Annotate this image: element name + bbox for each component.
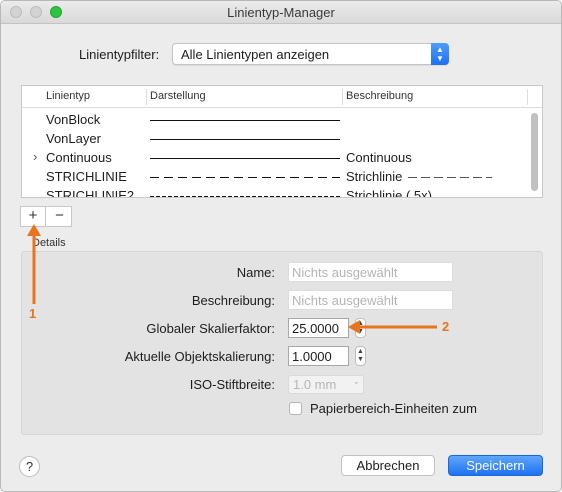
iso-pen-width-label: ISO-Stiftbreite: (189, 377, 275, 392)
annotation-marker-2: 2 (442, 319, 450, 334)
linetype-table: Linientyp Darstellung Beschreibung VonBl… (21, 85, 543, 198)
table-header: Linientyp Darstellung Beschreibung (22, 86, 542, 108)
iso-pen-width-value: 1.0 mm (293, 377, 337, 392)
linetype-description: Continuous (346, 150, 412, 165)
save-button[interactable]: Speichern (448, 455, 543, 476)
linetype-preview-solid (150, 120, 340, 121)
description-label: Beschreibung: (191, 293, 275, 308)
column-header-description[interactable]: Beschreibung (346, 90, 413, 102)
table-row[interactable]: STRICHLINIE Strichlinie (22, 167, 532, 186)
linetype-manager-window: Linientyp-Manager Linientypfilter: Alle … (0, 0, 562, 492)
table-row[interactable]: VonLayer (22, 129, 532, 148)
name-label: Name: (236, 265, 275, 280)
global-scale-label: Globaler Skalierfaktor: (146, 321, 275, 336)
cancel-button[interactable]: Abbrechen (341, 455, 435, 476)
linetype-preview-dashed (150, 177, 340, 178)
chevron-right-icon[interactable]: › (33, 149, 37, 164)
linetype-name: STRICHLINIE (46, 169, 127, 184)
column-header-appearance[interactable]: Darstellung (150, 90, 206, 102)
paper-space-units-label: Papierbereich-Einheiten zum (310, 401, 477, 416)
table-row[interactable]: › Continuous Continuous (22, 148, 532, 167)
linetype-name: STRICHLINIE2 (46, 188, 135, 198)
linetype-preview-solid (150, 158, 340, 159)
details-section-label: Details (32, 237, 66, 249)
chevron-updown-icon: ▲ ▼ (431, 43, 449, 65)
title-bar: Linientyp-Manager (1, 1, 561, 24)
object-scale-stepper[interactable]: ▲ ▼ (355, 346, 366, 366)
description-dash-preview (408, 177, 493, 179)
window-title: Linientyp-Manager (227, 5, 335, 20)
paper-space-units-checkbox[interactable] (289, 402, 302, 415)
linetype-preview-solid (150, 139, 340, 140)
column-divider (342, 89, 343, 105)
chevron-down-icon: ⌄ (352, 376, 360, 386)
linetype-name: VonBlock (46, 112, 101, 127)
table-scrollbar[interactable] (531, 113, 538, 191)
linetype-name: Continuous (46, 150, 112, 165)
column-divider (146, 89, 147, 105)
linetype-description: Strichlinie (346, 169, 403, 184)
table-row[interactable]: VonBlock (22, 110, 532, 129)
linetype-description: Strichlinie (.5x) (346, 188, 432, 198)
object-scale-field[interactable]: 1.0000 (288, 346, 349, 366)
column-divider (527, 89, 528, 105)
linetype-description-cell: Strichlinie (346, 169, 493, 184)
object-scale-label: Aktuelle Objektskalierung: (124, 349, 275, 364)
linetype-filter-value: Alle Linientypen anzeigen (181, 47, 330, 62)
table-row[interactable]: STRICHLINIE2 Strichlinie (.5x) (22, 186, 532, 198)
iso-pen-width-select[interactable]: 1.0 mm ⌄ (288, 375, 364, 394)
description-field[interactable]: Nichts ausgewählt (288, 290, 453, 310)
column-header-linetype[interactable]: Linientyp (46, 90, 90, 102)
global-scale-stepper[interactable]: ▲ ▼ (355, 318, 366, 338)
remove-linetype-button[interactable]: − (47, 207, 72, 226)
add-remove-control: + − (20, 206, 72, 227)
linetype-filter-label: Linientypfilter: (79, 47, 160, 62)
help-button[interactable]: ? (19, 456, 40, 477)
global-scale-field[interactable]: 25.0000 (288, 318, 349, 338)
annotation-marker-1: 1 (29, 306, 37, 321)
add-linetype-button[interactable]: + (21, 207, 46, 226)
linetype-filter-select[interactable]: Alle Linientypen anzeigen ▲ ▼ (172, 43, 449, 65)
linetype-name: VonLayer (46, 131, 101, 146)
linetype-preview-dashed-fine (150, 196, 340, 197)
name-field[interactable]: Nichts ausgewählt (288, 262, 453, 282)
